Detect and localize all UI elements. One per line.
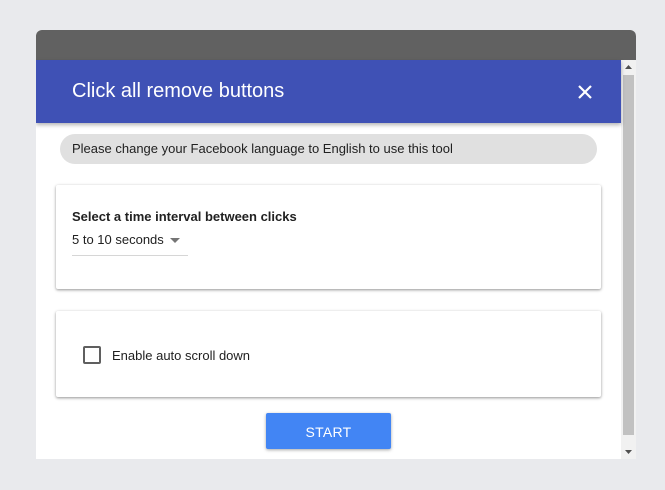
header-bar: Click all remove buttons (36, 60, 621, 123)
interval-card: Select a time interval between clicks 5 … (56, 185, 601, 289)
scroll-up-arrow-icon[interactable] (621, 60, 636, 74)
start-clicking-button[interactable]: START CLICKING (266, 413, 391, 449)
popup-window: Click all remove buttons Please change y… (36, 30, 636, 459)
auto-scroll-label: Enable auto scroll down (112, 348, 251, 363)
window-titlebar (36, 30, 636, 60)
interval-select[interactable]: 5 to 10 seconds (72, 229, 188, 256)
scrollbar[interactable] (621, 60, 636, 459)
language-notice: Please change your Facebook language to … (60, 134, 597, 164)
close-icon (578, 85, 592, 99)
auto-scroll-checkbox[interactable] (83, 346, 101, 364)
close-button[interactable] (570, 77, 600, 107)
page-title: Click all remove buttons (72, 80, 285, 102)
dropdown-arrow-icon (170, 238, 180, 243)
interval-selected-value: 5 to 10 seconds (72, 232, 164, 247)
interval-label: Select a time interval between clicks (72, 209, 297, 224)
scroll-down-arrow-icon[interactable] (621, 445, 636, 459)
scrollbar-thumb[interactable] (623, 75, 634, 435)
auto-scroll-card: Enable auto scroll down (56, 311, 601, 397)
